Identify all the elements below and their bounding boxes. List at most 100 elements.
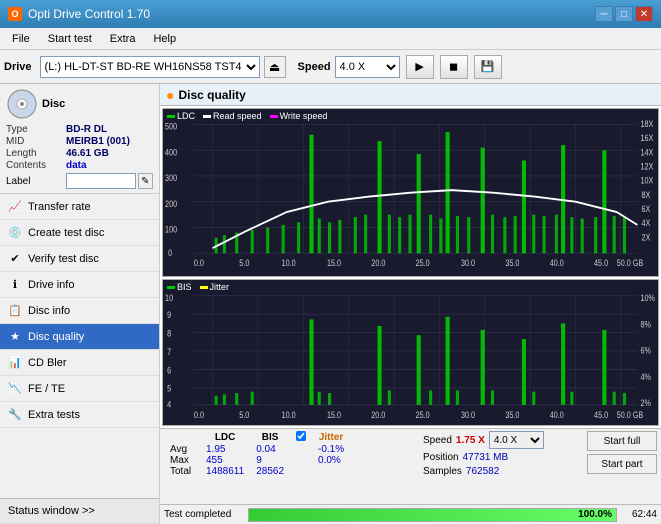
start-full-button[interactable]: Start full [587,431,657,451]
sidebar-item-label-verify-test-disc: Verify test disc [28,253,99,265]
position-value: 47731 MB [463,452,509,463]
sidebar-item-fe-te[interactable]: 📉 FE / TE [0,376,159,402]
status-window-button[interactable]: Status window >> [0,498,159,524]
cd-bler-icon: 📊 [8,356,22,370]
disc-type-row: Type BD-R DL [6,124,153,135]
sidebar-item-label-drive-info: Drive info [28,279,74,291]
svg-text:6%: 6% [640,346,651,356]
menu-extra[interactable]: Extra [102,31,144,47]
fe-te-icon: 📉 [8,382,22,396]
sidebar-item-extra-tests[interactable]: 🔧 Extra tests [0,402,159,428]
speed-stat-label: Speed [423,435,452,446]
svg-text:0: 0 [168,248,172,258]
disc-length-label: Length [6,148,66,159]
menu-file[interactable]: File [4,31,38,47]
sidebar-item-cd-bler[interactable]: 📊 CD Bler [0,350,159,376]
charts-area: LDC Read speed Write speed [160,106,661,428]
disc-type-label: Type [6,124,66,135]
position-label: Position [423,452,459,463]
disc-label-input[interactable] [66,173,136,189]
sidebar-item-label-extra-tests: Extra tests [28,409,80,421]
speed-row: Speed 1.75 X 4.0 X [423,431,583,449]
legend-bis: BIS [167,282,192,292]
legend-ldc: LDC [167,111,195,121]
svg-text:4%: 4% [640,373,651,383]
ldc-chart: LDC Read speed Write speed [162,108,659,277]
sidebar-item-drive-info[interactable]: ℹ Drive info [0,272,159,298]
total-label: Total [164,466,200,477]
svg-text:5.0: 5.0 [239,411,249,421]
svg-text:5.0: 5.0 [239,258,249,268]
eject-button[interactable]: ⏏ [264,56,286,78]
disc-svg-icon [6,88,38,120]
legend-read-speed: Read speed [203,111,262,121]
disc-label-edit-button[interactable]: ✎ [138,173,153,189]
transfer-rate-icon: 📈 [8,200,22,214]
app-title: Opti Drive Control 1.70 [28,7,150,21]
disc-mid-label: MID [6,136,66,147]
avg-label: Avg [164,444,200,455]
main-area: Disc Type BD-R DL MID MEIRB1 (001) Lengt… [0,84,661,524]
time-display: 62:44 [621,509,657,520]
speed-stat-value: 1.75 X [456,435,485,446]
menu-help[interactable]: Help [145,31,184,47]
disc-mid-value: MEIRB1 (001) [66,136,130,147]
jitter-checkbox[interactable] [296,431,306,441]
svg-text:4X: 4X [642,218,651,228]
svg-text:10%: 10% [640,294,655,304]
drive-select[interactable]: (L:) HL-DT-ST BD-RE WH16NS58 TST4 [40,56,260,78]
svg-text:20.0: 20.0 [371,411,385,421]
sidebar-item-create-test-disc[interactable]: 💿 Create test disc [0,220,159,246]
sidebar-item-label-disc-info: Disc info [28,305,70,317]
jitter-max: 0.0% [312,455,350,466]
sidebar-item-label-transfer-rate: Transfer rate [28,201,91,213]
svg-text:40.0: 40.0 [550,258,564,268]
svg-text:10.0: 10.0 [282,411,296,421]
sidebar-item-verify-test-disc[interactable]: ✔ Verify test disc [0,246,159,272]
svg-text:35.0: 35.0 [505,258,519,268]
svg-text:7: 7 [167,348,171,358]
legend-write-speed: Write speed [270,111,328,121]
menubar: File Start test Extra Help [0,28,661,50]
disc-quality-title: Disc quality [178,88,245,102]
content-area: ● Disc quality LDC Read speed [160,84,661,524]
start-part-button[interactable]: Start part [587,454,657,474]
disc-header: Disc [6,88,153,120]
disc-label-row: Label ✎ [6,173,153,189]
speed-select[interactable]: 4.0 X [335,56,400,78]
toolbar-btn-2[interactable]: ◼ [440,55,468,79]
sidebar-item-disc-quality[interactable]: ★ Disc quality [0,324,159,350]
disc-mid-row: MID MEIRB1 (001) [6,136,153,147]
stats-max-row: Max 455 9 0.0% [164,455,350,466]
nav-items: 📈 Transfer rate 💿 Create test disc ✔ Ver… [0,194,159,498]
stats-area: LDC BIS Jitter Avg 1.95 [160,428,661,504]
svg-text:25.0: 25.0 [416,411,430,421]
jitter-avg: -0.1% [312,444,350,455]
progress-fill [249,509,616,521]
ldc-max: 455 [200,455,250,466]
sidebar-item-disc-info[interactable]: 📋 Disc info [0,298,159,324]
disc-label-label: Label [6,176,64,187]
menu-start-test[interactable]: Start test [40,31,100,47]
status-text: Test completed [164,509,244,520]
maximize-button[interactable]: □ [615,6,633,22]
stats-total-row: Total 1488611 28562 [164,466,350,477]
minimize-button[interactable]: ─ [595,6,613,22]
legend-write-speed-label: Write speed [280,111,328,121]
toolbar-btn-1[interactable]: ▶ [406,55,434,79]
speed-combo-select[interactable]: 4.0 X [489,431,544,449]
svg-text:8: 8 [167,329,171,339]
legend-bis-label: BIS [177,282,192,292]
sidebar-item-label-cd-bler: CD Bler [28,357,67,369]
sidebar-item-transfer-rate[interactable]: 📈 Transfer rate [0,194,159,220]
chart1-svg: 500 400 300 200 100 0 18X 16X 14X 12X 10… [163,109,658,276]
svg-text:15.0: 15.0 [327,411,341,421]
write-speed-legend-color [270,115,278,118]
toolbar-btn-3[interactable]: 💾 [474,55,502,79]
titlebar-left: O Opti Drive Control 1.70 [8,7,150,21]
close-button[interactable]: ✕ [635,6,653,22]
svg-text:10: 10 [165,294,173,304]
disc-length-row: Length 46.61 GB [6,148,153,159]
svg-text:50.0 GB: 50.0 GB [617,411,644,421]
svg-text:6X: 6X [642,204,651,214]
